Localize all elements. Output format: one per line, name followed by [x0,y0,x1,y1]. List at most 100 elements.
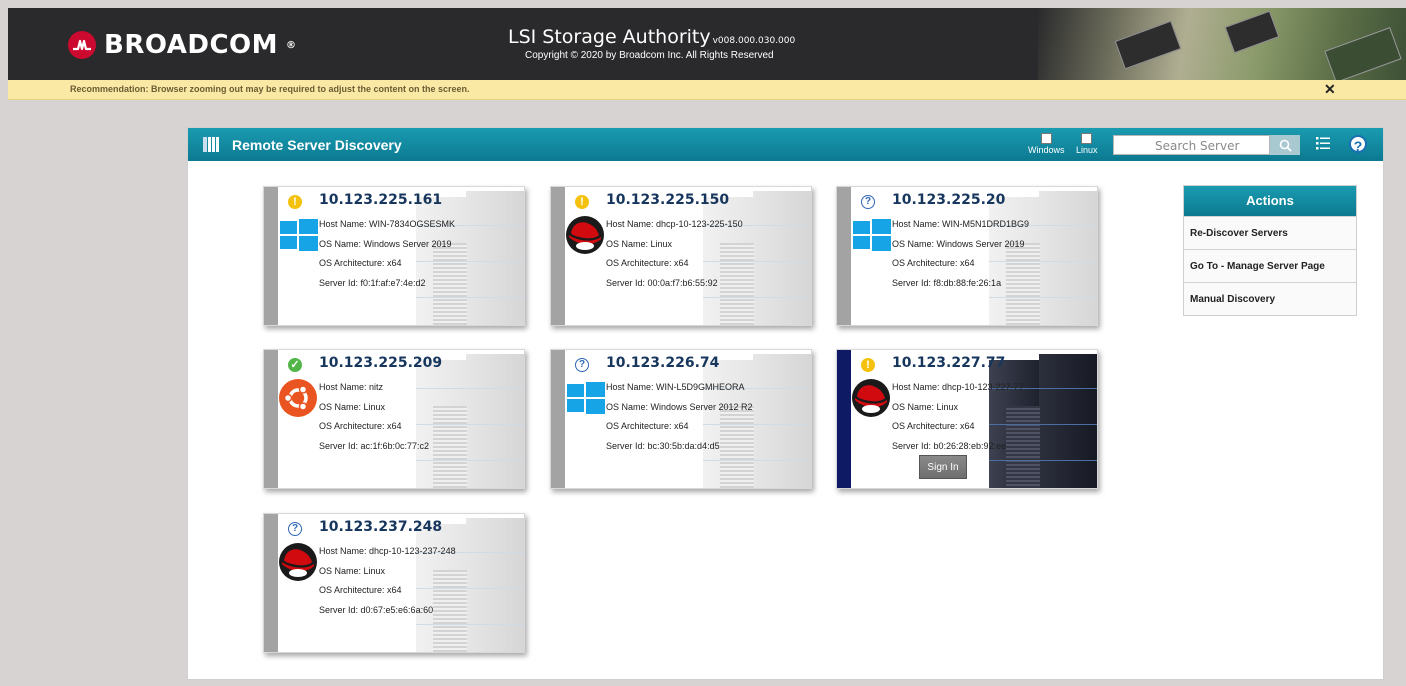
warning-icon: ! [288,195,302,209]
search-button[interactable] [1270,135,1300,155]
server-id: Server Id: f8:db:88:fe:26:1a [892,277,1002,288]
server-card[interactable]: ✓ 10.123.225.209 Host Name: nitz OS Name: L… [263,349,525,489]
server-details: Host Name: dhcp-10-123-227-77 OS Name: Li… [892,378,1024,456]
host-name: Host Name: WIN-M5N1DRD1BG9 [892,219,1030,229]
card-status-strip [837,350,851,488]
server-ip[interactable]: 10.123.225.20 [892,192,1005,208]
redhat-icon [278,542,318,582]
server-card[interactable]: ! 10.123.225.161 Host Name: WIN-7834OGSESM… [263,186,525,326]
server-id: Server Id: f0:1f:af:e7:4e:d2 [319,277,426,288]
filter-windows-label: Windows [1028,145,1065,155]
close-icon[interactable]: ✕ [1324,81,1336,98]
sign-in-button[interactable]: Sign In [919,455,967,479]
windows-icon [851,215,891,255]
app-header: BROADCOM ® LSI Storage Authority v008.000.… [8,8,1406,80]
os-architecture: OS Architecture: x64 [319,585,402,595]
card-status-strip [264,187,278,325]
server-card[interactable]: ? 10.123.225.20 Host Name: WIN-M5N1DRD1BG9… [836,186,1098,326]
server-id: Server Id: ac:1f:6b:0c:77:c2 [319,440,430,451]
copyright: Copyright © 2020 by Broadcom Inc. All Ri… [525,50,774,61]
server-id: Server Id: b0:26:28:eb:92:ee [892,440,1007,451]
app-version: v008.000.030.000 [712,36,796,46]
os-name: OS Name: Windows Server 2019 [892,238,1025,249]
server-details: Host Name: nitz OS Name: Linux OS Architec… [319,378,429,456]
server-id: Server Id: bc:30:5b:da:d4:d5 [606,440,720,451]
filter-linux[interactable]: Linux [1076,133,1098,155]
os-architecture: OS Architecture: x64 [606,421,689,431]
app-title: LSI Storage Authority v008.000.030.000 [508,26,795,48]
recommendation-banner: Recommendation: Browser zooming out may … [8,80,1406,100]
server-id: Server Id: d0:67:e5:e6:6a:60 [319,604,434,615]
action-manual-discovery[interactable]: Manual Discovery [1184,282,1356,315]
search-input[interactable]: Search Server [1113,135,1270,155]
card-status-strip [551,350,565,488]
os-architecture: OS Architecture: x64 [892,258,975,268]
check-icon: ✓ [288,358,302,372]
card-status-strip [264,514,278,652]
windows-icon [565,378,605,418]
card-status-strip [837,187,851,325]
warning-icon: ! [861,358,875,372]
unknown-status-icon: ? [861,195,875,209]
server-card[interactable]: ? 10.123.226.74 Host Name: WIN-L5D9GMHEORA… [550,349,812,489]
os-name: OS Name: Linux [319,401,386,412]
server-card[interactable]: ? 10.123.237.248 Host Name: dhcp-10-123-23… [263,513,525,653]
redhat-icon [565,215,605,255]
server-ip[interactable]: 10.123.227.77 [892,355,1005,371]
server-ip[interactable]: 10.123.225.161 [319,192,442,208]
os-architecture: OS Architecture: x64 [892,421,975,431]
host-name: Host Name: dhcp-10-123-225-150 [606,219,743,229]
warning-icon: ! [575,195,589,209]
os-name: OS Name: Windows Server 2012 R2 [606,401,753,412]
server-card[interactable]: ! 10.123.227.77 Host Name: dhcp-10-123-227… [836,349,1098,489]
os-architecture: OS Architecture: x64 [319,258,402,268]
host-name: Host Name: WIN-L5D9GMHEORA [606,382,745,392]
host-name: Host Name: dhcp-10-123-227-77 [892,382,1024,392]
os-architecture: OS Architecture: x64 [319,421,402,431]
server-details: Host Name: dhcp-10-123-237-248 OS Name: L… [319,542,456,620]
windows-checkbox[interactable] [1040,133,1052,144]
os-name: OS Name: Linux [606,238,673,249]
server-details: Host Name: dhcp-10-123-225-150 OS Name: L… [606,215,743,293]
actions-title: Actions [1184,186,1356,216]
brand-name: BROADCOM [104,30,279,60]
panel-header: Remote Server Discovery Windows Linux Se… [188,128,1383,161]
os-name: OS Name: Linux [892,401,959,412]
card-status-strip [264,350,278,488]
brand-registered-mark: ® [286,39,297,51]
list-view-icon[interactable] [1316,137,1330,150]
host-name: Host Name: WIN-7834OGSESMK [319,219,456,229]
panel-title: Remote Server Discovery [232,137,402,153]
server-details: Host Name: WIN-7834OGSESMK OS Name: Windo… [319,215,455,293]
server-id: Server Id: 00:0a:f7:b6:55:92 [606,277,718,288]
server-ip[interactable]: 10.123.226.74 [606,355,719,371]
unknown-status-icon: ? [288,522,302,536]
os-name: OS Name: Linux [319,565,386,576]
server-ip[interactable]: 10.123.225.209 [319,355,442,371]
broadcom-pulse-icon [68,31,96,59]
server-ip[interactable]: 10.123.225.150 [606,192,729,208]
action-rediscover-servers[interactable]: Re-Discover Servers [1184,216,1356,249]
server-details: Host Name: WIN-M5N1DRD1BG9 OS Name: Windo… [892,215,1029,293]
host-name: Host Name: dhcp-10-123-237-248 [319,546,456,556]
os-name: OS Name: Windows Server 2019 [319,238,452,249]
help-icon[interactable]: ? [1349,135,1367,154]
filter-linux-label: Linux [1076,145,1098,155]
card-status-strip [551,187,565,325]
raid-card-image [1038,8,1406,80]
server-card[interactable]: ! 10.123.225.150 Host Name: dhcp-10-123-22… [550,186,812,326]
broadcom-logo: BROADCOM ® [68,30,297,60]
action-manage-server-page[interactable]: Go To - Manage Server Page [1184,249,1356,282]
filter-windows[interactable]: Windows [1028,133,1065,155]
server-details: Host Name: WIN-L5D9GMHEORA OS Name: Windo… [606,378,753,456]
server-ip[interactable]: 10.123.237.248 [319,519,442,535]
unknown-status-icon: ? [575,358,589,372]
remote-server-discovery-panel: Remote Server Discovery Windows Linux Se… [187,127,1384,680]
servers-icon [203,137,219,152]
host-name: Host Name: nitz [319,382,384,392]
redhat-icon [851,378,891,418]
linux-checkbox[interactable] [1081,133,1093,144]
actions-panel: Actions Re-Discover Servers Go To - Mana… [1183,185,1357,316]
os-architecture: OS Architecture: x64 [606,258,689,268]
app-title-text: LSI Storage Authority [508,26,711,48]
